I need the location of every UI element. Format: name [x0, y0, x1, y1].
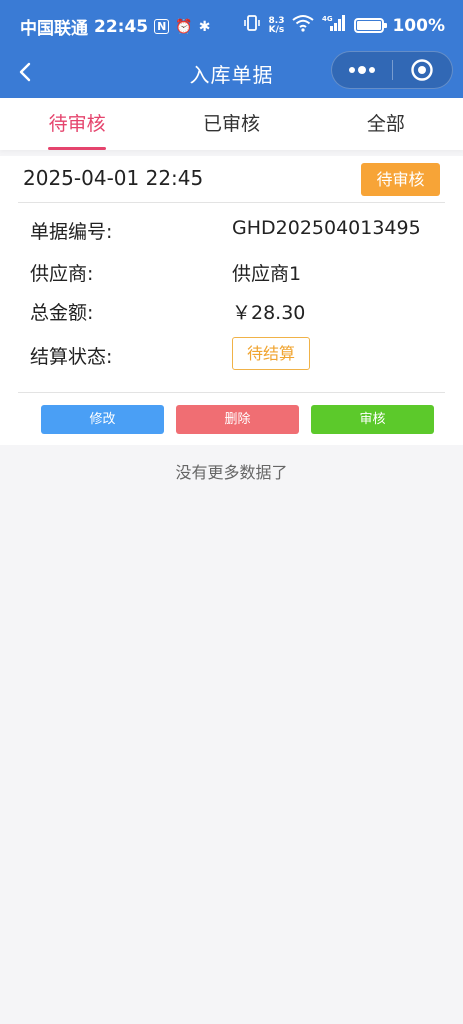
field-label: 总金额:	[30, 302, 94, 324]
cellular-signal-icon: 4G	[322, 14, 346, 37]
app-header: 中国联通 22:45 N ⏰ ✱ 8.3 K/s 4G 100% 入库单据	[0, 0, 463, 98]
nfc-icon: N	[154, 19, 170, 34]
clock-time: 22:45	[94, 16, 149, 37]
wifi-icon	[292, 14, 315, 37]
status-right: 8.3 K/s 4G 100%	[243, 14, 445, 37]
speed-unit: K/s	[268, 24, 285, 35]
close-miniprogram-button[interactable]	[392, 51, 452, 89]
field-label: 供应商:	[30, 263, 94, 285]
status-left: 中国联通 22:45 N ⏰ ✱	[20, 14, 211, 40]
alarm-icon: ⏰	[175, 18, 193, 35]
status-badge: 待审核	[361, 163, 440, 196]
tab-pending[interactable]: 待审核	[0, 98, 154, 150]
field-order-number: 单据编号: GHD202504013495	[30, 217, 445, 247]
field-value: GHD202504013495	[232, 217, 421, 239]
vibrate-icon	[243, 14, 261, 37]
status-bar: 中国联通 22:45 N ⏰ ✱ 8.3 K/s 4G 100%	[0, 0, 463, 50]
network-speed: 8.3 K/s	[268, 16, 285, 35]
more-dots-icon	[348, 66, 375, 74]
no-more-data-tip: 没有更多数据了	[175, 463, 288, 482]
field-settlement-status: 结算状态: 待结算	[30, 337, 445, 372]
order-card[interactable]: 2025-04-01 22:45 待审核 单据编号: GHD2025040134…	[0, 156, 463, 445]
delete-button[interactable]: 删除	[176, 405, 299, 434]
settlement-status-tag: 待结算	[232, 337, 310, 370]
target-circle-icon	[411, 59, 433, 81]
carrier-name: 中国联通	[20, 19, 88, 39]
more-button[interactable]	[332, 51, 392, 89]
status-tabs: 待审核 已审核 全部	[0, 98, 463, 150]
miniprogram-capsule	[331, 51, 453, 89]
field-label: 单据编号:	[30, 221, 113, 243]
field-label: 结算状态:	[30, 346, 113, 368]
tab-all[interactable]: 全部	[309, 98, 463, 150]
edit-button[interactable]: 修改	[41, 405, 164, 434]
field-supplier: 供应商: 供应商1	[30, 259, 445, 289]
nav-bar: 入库单据	[0, 50, 463, 98]
field-value: 供应商1	[232, 263, 302, 285]
svg-text:4G: 4G	[322, 15, 333, 23]
battery-icon	[354, 18, 388, 33]
order-card-header: 2025-04-01 22:45 待审核	[18, 156, 445, 203]
battery-percent: 100%	[392, 15, 445, 36]
approve-button[interactable]: 审核	[311, 405, 434, 434]
field-total-amount: 总金额: ￥28.30	[30, 298, 445, 328]
field-value: ￥28.30	[232, 302, 306, 324]
order-datetime: 2025-04-01 22:45	[23, 166, 204, 190]
bluetooth-icon: ✱	[198, 18, 211, 35]
card-divider	[18, 392, 445, 393]
tab-approved[interactable]: 已审核	[154, 98, 308, 150]
